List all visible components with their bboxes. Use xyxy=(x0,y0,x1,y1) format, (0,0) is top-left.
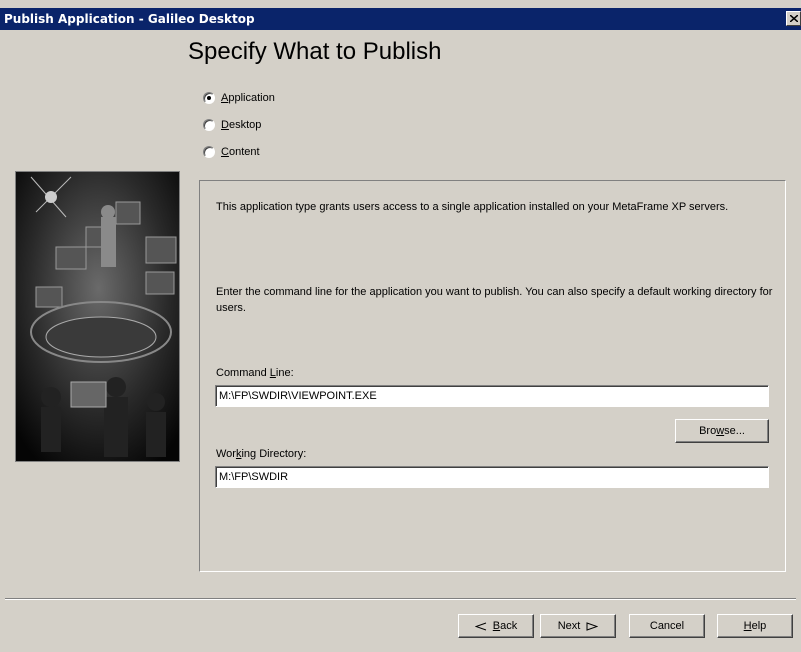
working-directory-label: Working Directory: xyxy=(216,448,307,460)
command-line-label: Command Line: xyxy=(216,367,294,379)
radio-desktop[interactable]: Desktop xyxy=(203,117,261,133)
wizard-illustration xyxy=(15,171,180,462)
radio-content[interactable]: Content xyxy=(203,144,260,160)
next-button[interactable]: Next xyxy=(540,614,616,638)
title-bar: Publish Application - Galileo Desktop xyxy=(0,8,801,30)
command-line-field[interactable]: M:\FP\SWDIR\VIEWPOINT.EXE xyxy=(215,385,769,407)
close-button[interactable] xyxy=(786,11,801,26)
back-arrow-icon xyxy=(474,622,486,630)
application-type-description: This application type grants users acces… xyxy=(216,201,729,213)
help-button[interactable]: Help xyxy=(717,614,793,638)
window-top-strip xyxy=(0,0,801,8)
working-directory-field[interactable]: M:\FP\SWDIR xyxy=(215,466,769,488)
radio-application[interactable]: Application xyxy=(203,90,275,106)
radio-button[interactable] xyxy=(203,146,215,158)
radio-label: Content xyxy=(221,146,260,158)
next-arrow-icon xyxy=(586,621,599,631)
browse-button[interactable]: Bro w se... xyxy=(675,419,769,443)
close-icon xyxy=(790,15,798,22)
radio-label: Application xyxy=(221,92,275,104)
cancel-button[interactable]: Cancel xyxy=(629,614,705,638)
radio-label: Desktop xyxy=(221,119,262,131)
footer-separator xyxy=(5,598,796,600)
window-title: Publish Application - Galileo Desktop xyxy=(4,12,255,26)
page-heading: Specify What to Publish xyxy=(188,38,442,65)
radio-button[interactable] xyxy=(203,92,215,104)
back-button[interactable]: Back xyxy=(458,614,534,638)
command-line-instruction: Enter the command line for the applicati… xyxy=(216,286,773,314)
illustration-graphic xyxy=(16,172,179,461)
radio-button[interactable] xyxy=(203,119,215,131)
